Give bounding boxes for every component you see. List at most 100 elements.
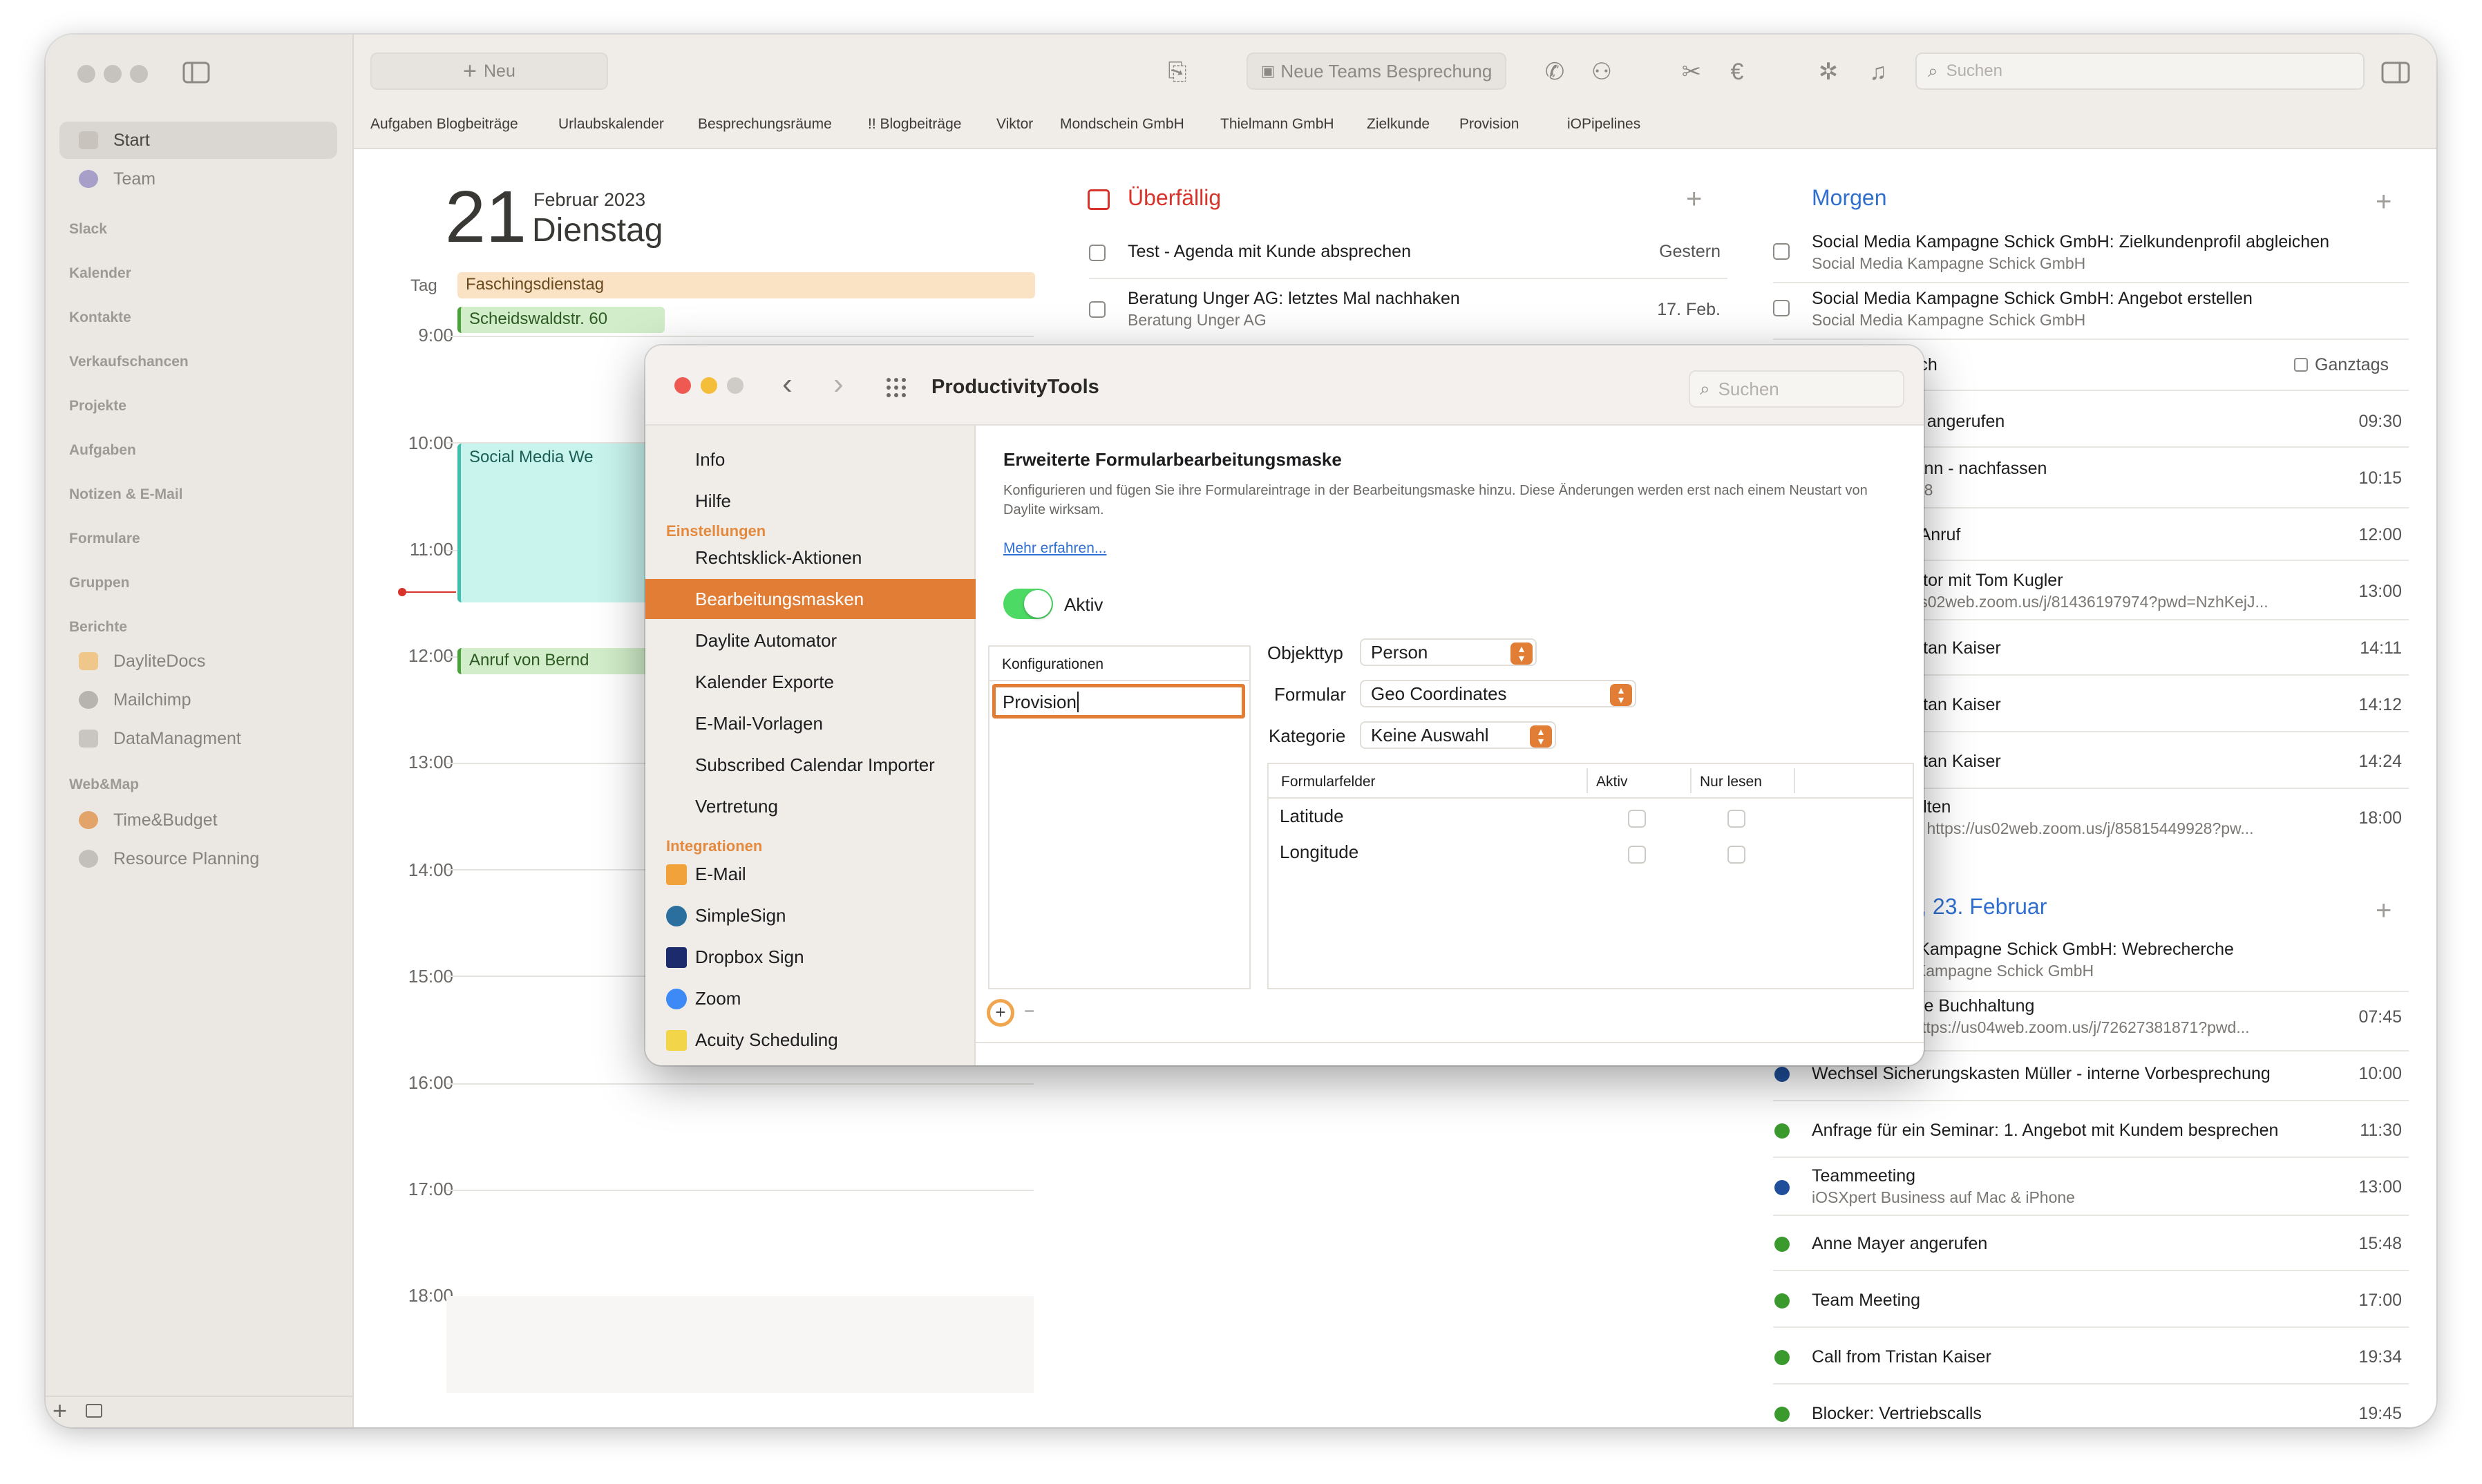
task-title[interactable]: Social Media Kampagne Schick GmbH: Angeb… <box>1812 289 2253 309</box>
task-title[interactable]: Social Media Kampagne Schick GmbH: Zielk… <box>1812 232 2329 252</box>
task-title[interactable]: Beratung Unger AG: letztes Mal nachhaken <box>1128 289 1460 309</box>
task-checkbox[interactable] <box>1773 300 1790 316</box>
calendar-small-icon[interactable] <box>86 1404 102 1418</box>
favorite-blogbeitraege[interactable]: !! Blogbeiträge <box>868 116 961 133</box>
nav-bearbeitungsmasken[interactable]: Bearbeitungsmasken <box>645 579 976 619</box>
sidebar-section-verkaufschancen[interactable]: Verkaufschancen <box>69 354 189 370</box>
dialog-zoom-button[interactable] <box>727 377 743 394</box>
zoom-window-button[interactable] <box>130 65 148 83</box>
teams-meeting-button[interactable]: ▣ Neue Teams Besprechung <box>1247 53 1506 90</box>
search-field[interactable]: ⌕ Suchen <box>1915 53 2365 90</box>
allday-event[interactable]: Faschingsdienstag <box>457 272 1035 298</box>
daylite-icon[interactable]: ⎘ <box>1162 58 1193 86</box>
favorite-provision[interactable]: Provision <box>1459 116 1519 133</box>
nav-automator[interactable]: Daylite Automator <box>645 620 976 660</box>
nav-info[interactable]: Info <box>645 439 976 479</box>
new-button[interactable]: + Neu <box>370 53 608 90</box>
favorite-iopipelines[interactable]: iOPipelines <box>1567 116 1640 133</box>
favorite-besprechungsraeume[interactable]: Besprechungsräume <box>698 116 832 133</box>
nav-kalender-exporte[interactable]: Kalender Exporte <box>645 662 976 702</box>
sidebar-item-mailchimp[interactable]: Mailchimp <box>59 681 337 719</box>
add-overdue-button[interactable]: + <box>1686 185 1702 213</box>
add-configuration-button[interactable]: + <box>987 999 1014 1027</box>
learn-more-link[interactable]: Mehr erfahren... <box>1003 540 1106 557</box>
task-checkbox[interactable] <box>1089 301 1106 318</box>
sidebar-item-team[interactable]: Team <box>59 160 337 198</box>
add-icon[interactable]: + <box>53 1397 67 1425</box>
phone-icon[interactable]: ✆ <box>1540 58 1570 86</box>
dialog-search-field[interactable]: ⌕ Suchen <box>1689 370 1904 408</box>
tools-icon[interactable]: ✂ <box>1676 58 1707 86</box>
appointment-title[interactable]: Anfrage für ein Seminar: 1. Angebot mit … <box>1812 1121 2278 1141</box>
task-title[interactable]: Test - Agenda mit Kunde absprechen <box>1128 242 1411 262</box>
sidebar-section-gruppen[interactable]: Gruppen <box>69 575 130 591</box>
sidebar-item-timebudget[interactable]: Time&Budget <box>59 801 337 839</box>
minimize-window-button[interactable] <box>104 65 122 83</box>
appointment-title[interactable]: Call from Tristan Kaiser <box>1812 1347 1991 1367</box>
sidebar-toggle-icon[interactable] <box>182 61 210 84</box>
task-checkbox[interactable] <box>1089 245 1106 261</box>
sidebar-item-resource-planning[interactable]: Resource Planning <box>59 840 337 877</box>
user-check-icon[interactable]: ⚇ <box>1586 58 1617 86</box>
nav-acuity[interactable]: Acuity Scheduling <box>645 1020 976 1060</box>
nav-hilfe[interactable]: Hilfe <box>645 481 976 521</box>
nav-rechtsklick[interactable]: Rechtsklick-Aktionen <box>645 538 976 578</box>
calendar-event-social-media[interactable]: Social Media We <box>457 444 665 602</box>
objekttyp-popup[interactable]: Person ▴ ▾ <box>1360 638 1537 666</box>
sidebar-section-aufgaben[interactable]: Aufgaben <box>69 442 136 459</box>
active-toggle[interactable] <box>1003 589 1053 619</box>
sidebar-item-daylitedocs[interactable]: DayliteDocs <box>59 643 337 680</box>
configuration-name-input[interactable]: Provision <box>992 684 1245 719</box>
dialog-close-button[interactable] <box>674 377 691 394</box>
add-morgen-button[interactable]: + <box>2376 188 2391 216</box>
nav-calendar-importer[interactable]: Subscribed Calendar Importer <box>645 745 976 785</box>
field-readonly-checkbox[interactable] <box>1727 846 1745 864</box>
favorite-thielmann[interactable]: Thielmann GmbH <box>1220 116 1334 133</box>
forward-chevron-icon[interactable]: › <box>833 365 844 403</box>
grid-icon[interactable] <box>886 377 907 398</box>
task-checkbox[interactable] <box>1773 243 1790 260</box>
sidebar-section-kalender[interactable]: Kalender <box>69 265 131 282</box>
favorite-aufgaben-blog[interactable]: Aufgaben Blogbeiträge <box>370 116 518 133</box>
sidebar-item-start[interactable]: Start <box>59 122 337 159</box>
sidebar-section-kontakte[interactable]: Kontakte <box>69 310 131 326</box>
sidebar-section-webmap[interactable]: Web&Map <box>69 777 139 793</box>
close-window-button[interactable] <box>77 65 95 83</box>
reminder-icon[interactable]: ✲ <box>1813 58 1844 86</box>
calendar-event-scheidswald[interactable]: Scheidswaldstr. 60 <box>457 307 665 333</box>
appointment-title[interactable]: Anne Mayer angerufen <box>1812 1234 1987 1254</box>
task-title[interactable]: edia Kampagne Schick GmbH: Webrecherche <box>1881 940 2234 960</box>
sidebar-section-projekte[interactable]: Projekte <box>69 398 126 415</box>
favorite-viktor[interactable]: Viktor <box>996 116 1033 133</box>
sidebar-section-berichte[interactable]: Berichte <box>69 619 127 636</box>
sidebar-section-slack[interactable]: Slack <box>69 221 107 238</box>
appointment-title[interactable]: Blocker: Vertriebscalls <box>1812 1404 1982 1424</box>
field-active-checkbox[interactable] <box>1628 846 1646 864</box>
sidebar-item-datamanagment[interactable]: DataManagment <box>59 720 337 757</box>
appointment-title[interactable]: Wechsel Sicherungskasten Müller - intern… <box>1812 1064 2271 1084</box>
sidebar-section-formulare[interactable]: Formulare <box>69 531 140 547</box>
kategorie-popup[interactable]: Keine Auswahl ▴ ▾ <box>1360 721 1556 749</box>
favorite-mondschein[interactable]: Mondschein GmbH <box>1060 116 1184 133</box>
sidebar-section-notizen[interactable]: Notizen & E-Mail <box>69 486 183 503</box>
nav-email[interactable]: E-Mail <box>645 854 976 894</box>
bell-icon[interactable]: ♫ <box>1863 58 1893 86</box>
field-active-checkbox[interactable] <box>1628 810 1646 828</box>
dialog-minimize-button[interactable] <box>701 377 717 394</box>
inspector-toggle-icon[interactable] <box>2381 61 2410 84</box>
nav-simplesign[interactable]: SimpleSign <box>645 895 976 935</box>
nav-vertretung[interactable]: Vertretung <box>645 786 976 826</box>
favorite-urlaubskalender[interactable]: Urlaubskalender <box>558 116 664 133</box>
nav-zoom[interactable]: Zoom <box>645 978 976 1018</box>
euro-icon[interactable]: € <box>1722 58 1752 86</box>
nav-email-vorlagen[interactable]: E-Mail-Vorlagen <box>645 703 976 743</box>
appointment-title[interactable]: Teammeeting <box>1812 1166 1915 1186</box>
favorite-zielkunde[interactable]: Zielkunde <box>1367 116 1430 133</box>
nav-dropbox-sign[interactable]: Dropbox Sign <box>645 937 976 977</box>
field-readonly-checkbox[interactable] <box>1727 810 1745 828</box>
back-chevron-icon[interactable]: ‹ <box>782 365 793 403</box>
ganztags-checkbox[interactable] <box>2294 358 2308 372</box>
formular-popup[interactable]: Geo Coordinates ▴ ▾ <box>1360 680 1636 707</box>
calendar-event-anruf[interactable]: Anruf von Bernd <box>457 648 665 674</box>
appointment-title[interactable]: Team Meeting <box>1812 1291 1920 1311</box>
